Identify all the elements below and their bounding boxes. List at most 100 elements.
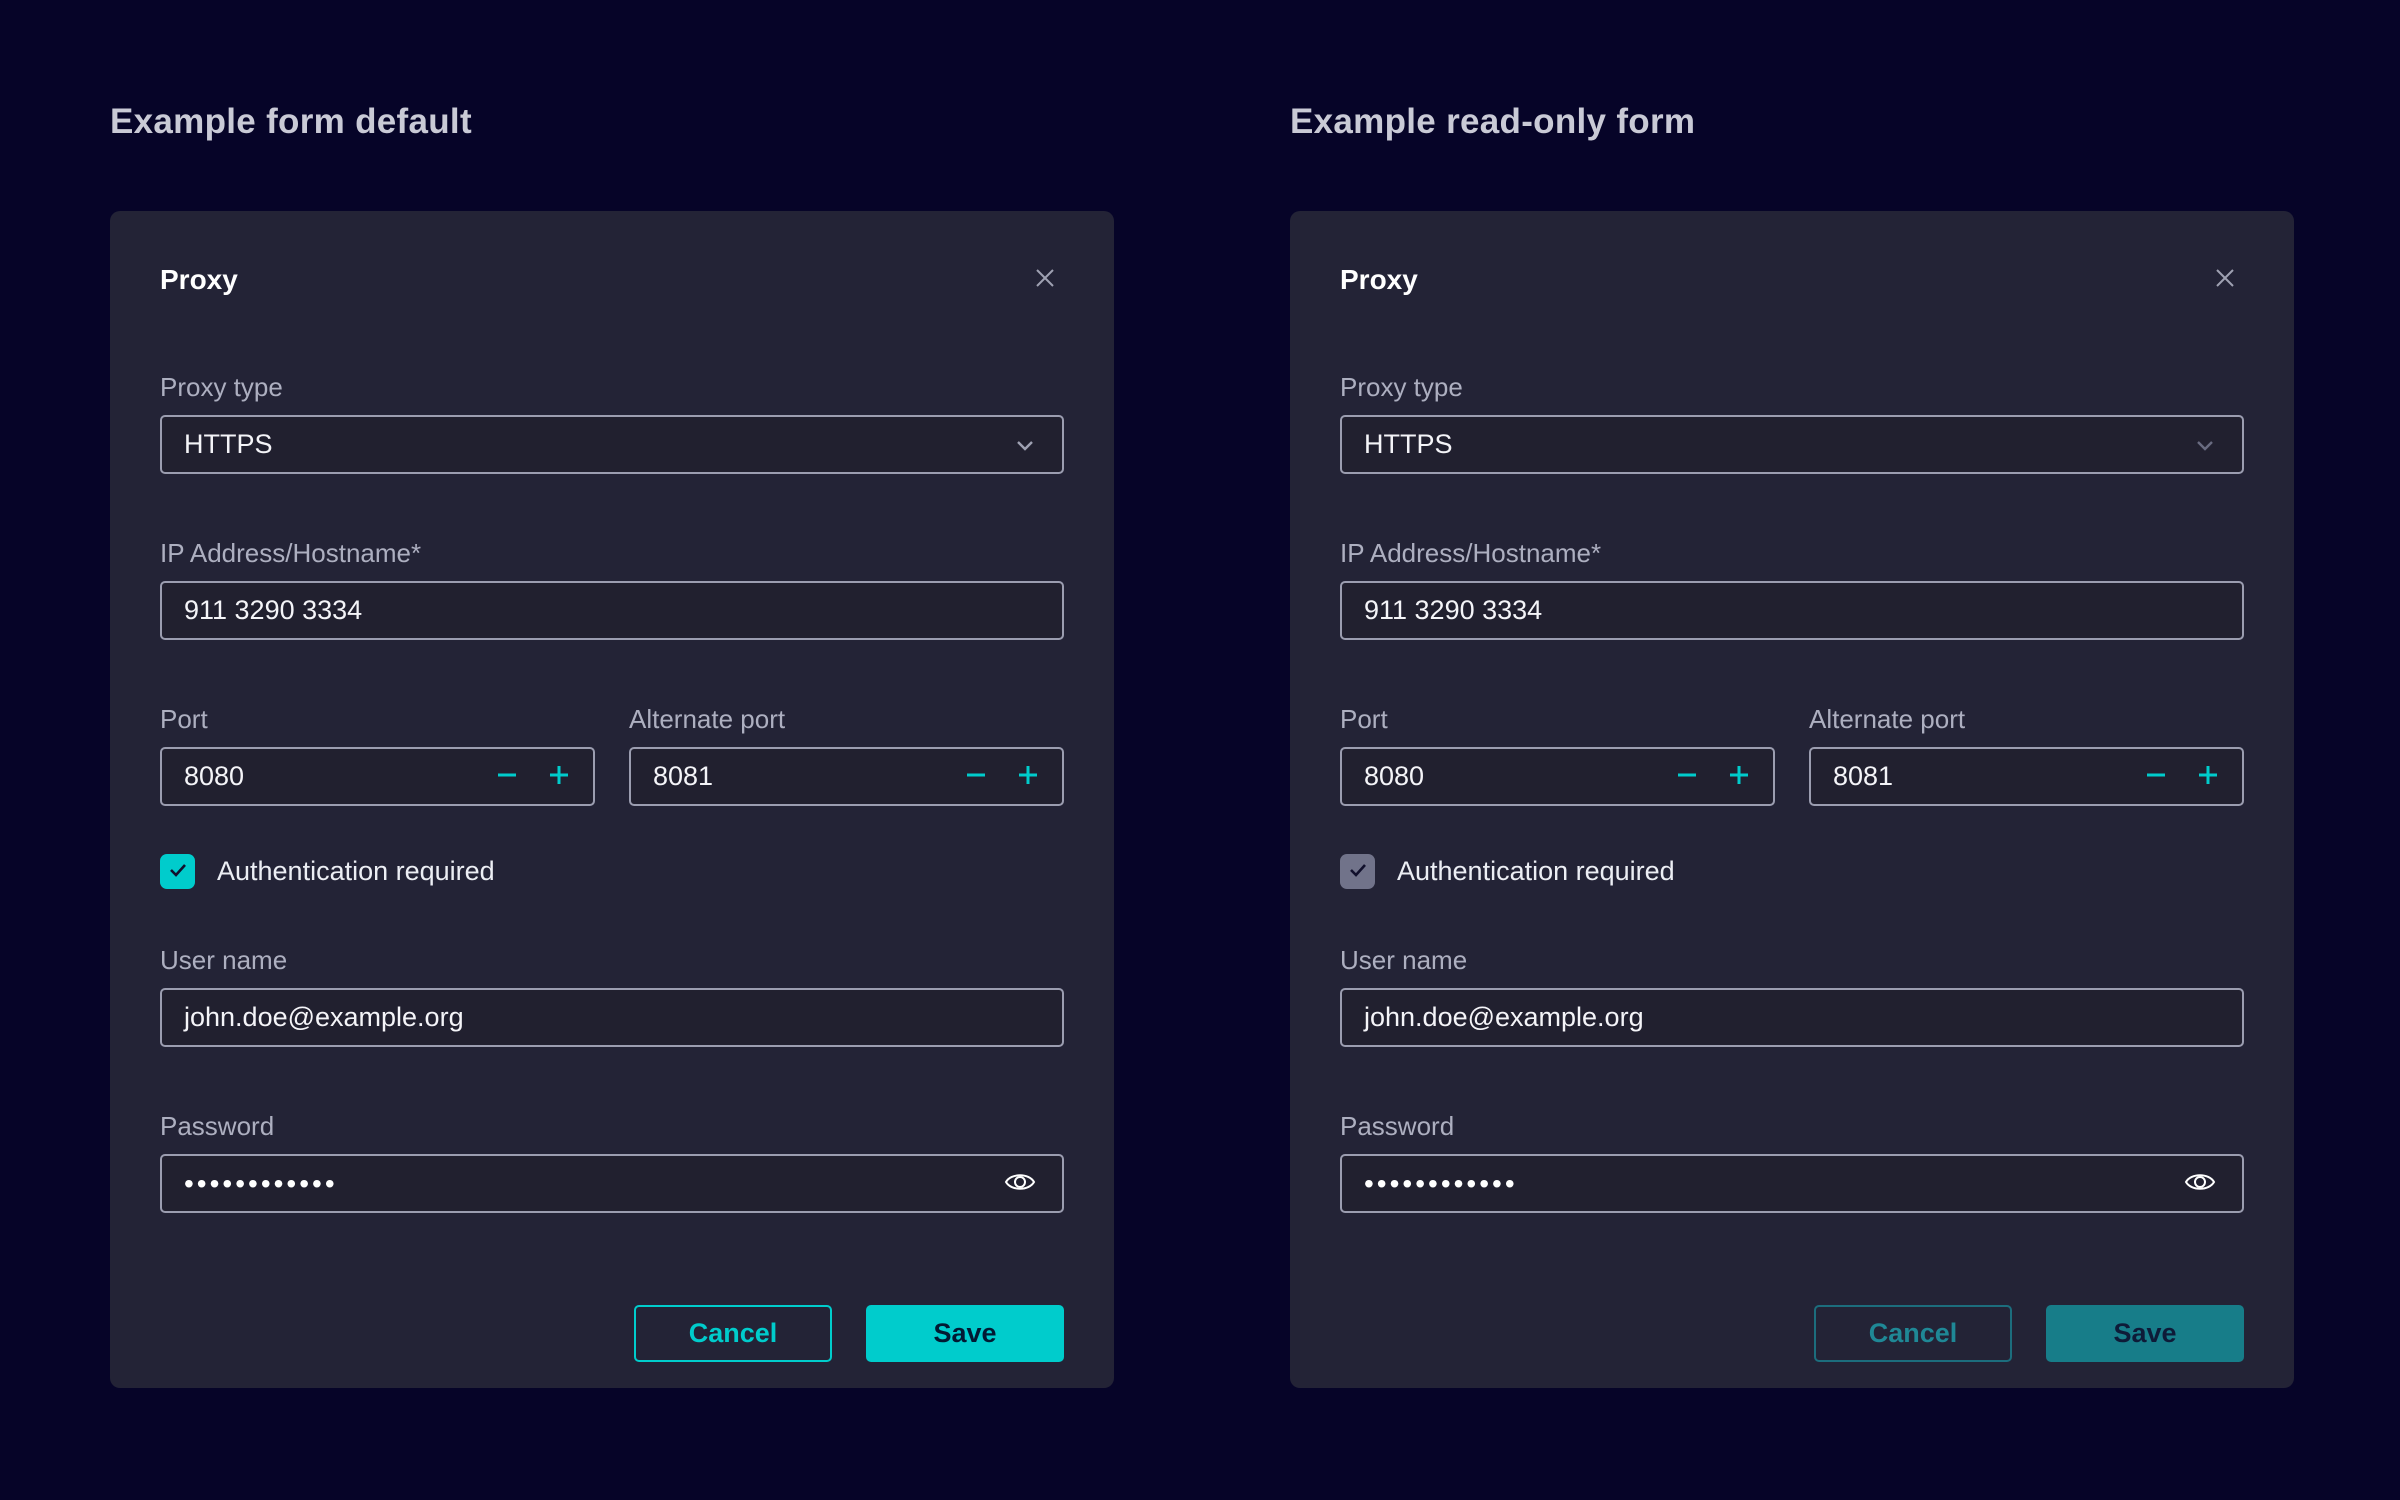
auth-checkbox[interactable] [160, 854, 195, 889]
password-input[interactable]: •••••••••••• [160, 1154, 1064, 1213]
proxy-type-group: Proxy type HTTPS [1340, 372, 2244, 474]
plus-icon [1011, 758, 1045, 795]
plus-icon [1722, 758, 1756, 795]
port-input: 8080 [1340, 747, 1775, 806]
save-button[interactable]: Save [866, 1305, 1064, 1362]
port-label: Port [160, 704, 595, 735]
section-title: Example form default [110, 102, 472, 142]
proxy-type-select[interactable]: HTTPS [160, 415, 1064, 474]
port-decrement-button [1661, 751, 1713, 803]
port-label: Port [1340, 704, 1775, 735]
section-title: Example read-only form [1290, 102, 1695, 142]
minus-icon [490, 758, 524, 795]
password-group: Password •••••••••••• [1340, 1111, 2244, 1213]
section-readonly-form: Example read-only form Proxy Proxy type … [1290, 0, 2294, 1500]
username-input[interactable]: john.doe@example.org [160, 988, 1064, 1047]
alternate-port-decrement-button[interactable] [950, 751, 1002, 803]
username-value: john.doe@example.org [184, 1002, 1040, 1033]
alternate-port-increment-button[interactable] [1002, 751, 1054, 803]
dialog-title: Proxy [160, 264, 238, 296]
toggle-password-visibility-button [2180, 1162, 2220, 1205]
alternate-port-value: 8081 [1833, 761, 2130, 792]
ip-label: IP Address/Hostname* [160, 538, 1064, 569]
password-value: •••••••••••• [1364, 1154, 2180, 1213]
cancel-button[interactable]: Cancel [634, 1305, 832, 1362]
ip-input[interactable]: 911 3290 3334 [160, 581, 1064, 640]
password-input: •••••••••••• [1340, 1154, 2244, 1213]
username-group: User name john.doe@example.org [1340, 945, 2244, 1047]
auth-checkbox-label: Authentication required [1397, 856, 1675, 887]
ip-value: 911 3290 3334 [184, 595, 1040, 626]
ports-row: Port 8080 [160, 704, 1064, 806]
dialog-buttons: Cancel Save [1340, 1305, 2244, 1362]
dialog-body: Proxy type HTTPS IP Address/Hostname* 91… [1290, 372, 2294, 1362]
dialog-buttons: Cancel Save [160, 1305, 1064, 1362]
password-group: Password •••••••••••• [160, 1111, 1064, 1213]
password-label: Password [160, 1111, 1064, 1142]
alternate-port-decrement-button [2130, 751, 2182, 803]
port-input[interactable]: 8080 [160, 747, 595, 806]
port-value: 8080 [184, 761, 481, 792]
chevron-down-icon [1010, 430, 1040, 460]
proxy-type-value: HTTPS [184, 429, 1010, 460]
port-decrement-button[interactable] [481, 751, 533, 803]
username-group: User name john.doe@example.org [160, 945, 1064, 1047]
section-default-form: Example form default Proxy Proxy type HT… [110, 0, 1114, 1500]
proxy-type-select: HTTPS [1340, 415, 2244, 474]
username-label: User name [160, 945, 1064, 976]
dialog-body: Proxy type HTTPS IP Address/Hostname* 91… [110, 372, 1114, 1362]
alternate-port-increment-button [2182, 751, 2234, 803]
ports-row: Port 8080 [1340, 704, 2244, 806]
proxy-dialog-default: Proxy Proxy type HTTPS IP Address/Hostna… [110, 211, 1114, 1388]
ip-input: 911 3290 3334 [1340, 581, 2244, 640]
eye-icon [2182, 1164, 2218, 1203]
proxy-type-label: Proxy type [160, 372, 1064, 403]
dialog-header: Proxy [1290, 211, 2294, 300]
proxy-type-label: Proxy type [1340, 372, 2244, 403]
ip-label: IP Address/Hostname* [1340, 538, 2244, 569]
close-icon [2210, 263, 2240, 296]
chevron-down-icon [2190, 430, 2220, 460]
plus-icon [542, 758, 576, 795]
eye-icon [1002, 1164, 1038, 1203]
close-button[interactable] [1026, 259, 1064, 300]
port-group: Port 8080 [160, 704, 595, 806]
auth-checkbox-label: Authentication required [217, 856, 495, 887]
close-icon [1030, 263, 1060, 296]
dialog-header: Proxy [110, 211, 1114, 300]
proxy-type-value: HTTPS [1364, 429, 2190, 460]
alternate-port-group: Alternate port 8081 [1809, 704, 2244, 806]
close-button[interactable] [2206, 259, 2244, 300]
password-label: Password [1340, 1111, 2244, 1142]
check-icon [1346, 858, 1370, 885]
port-group: Port 8080 [1340, 704, 1775, 806]
minus-icon [2139, 758, 2173, 795]
dialog-title: Proxy [1340, 264, 1418, 296]
ip-group: IP Address/Hostname* 911 3290 3334 [160, 538, 1064, 640]
password-value: •••••••••••• [184, 1154, 1000, 1213]
port-increment-button[interactable] [533, 751, 585, 803]
username-value: john.doe@example.org [1364, 1002, 2220, 1033]
auth-checkbox [1340, 854, 1375, 889]
alternate-port-input[interactable]: 8081 [629, 747, 1064, 806]
alternate-port-value: 8081 [653, 761, 950, 792]
auth-checkbox-row: Authentication required [1340, 854, 2244, 889]
alternate-port-label: Alternate port [629, 704, 1064, 735]
auth-checkbox-row: Authentication required [160, 854, 1064, 889]
toggle-password-visibility-button[interactable] [1000, 1162, 1040, 1205]
alternate-port-input: 8081 [1809, 747, 2244, 806]
minus-icon [1670, 758, 1704, 795]
cancel-button: Cancel [1814, 1305, 2012, 1362]
port-value: 8080 [1364, 761, 1661, 792]
ip-value: 911 3290 3334 [1364, 595, 2220, 626]
minus-icon [959, 758, 993, 795]
username-label: User name [1340, 945, 2244, 976]
alternate-port-group: Alternate port 8081 [629, 704, 1064, 806]
save-button: Save [2046, 1305, 2244, 1362]
ip-group: IP Address/Hostname* 911 3290 3334 [1340, 538, 2244, 640]
proxy-type-group: Proxy type HTTPS [160, 372, 1064, 474]
alternate-port-label: Alternate port [1809, 704, 2244, 735]
plus-icon [2191, 758, 2225, 795]
check-icon [166, 858, 190, 885]
port-increment-button [1713, 751, 1765, 803]
